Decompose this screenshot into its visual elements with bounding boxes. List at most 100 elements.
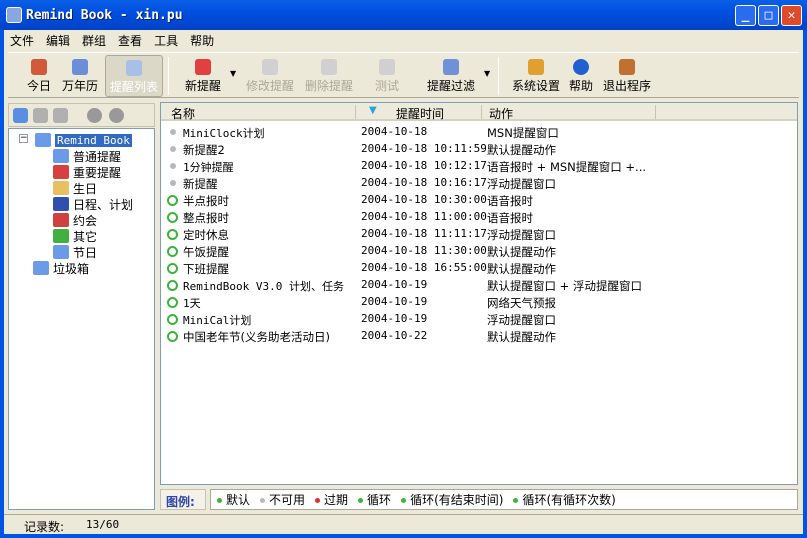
label: 提醒列表 [109,80,158,94]
tree-node[interactable]: Remind Book [35,132,132,148]
cell-name: 半点报时 [183,194,229,208]
remind-list-button[interactable]: 提醒列表 [105,55,163,97]
cell-action: 浮动提醒窗口 [487,177,556,191]
tree-node[interactable]: 日程、计划 [53,196,133,212]
legend-item: 过期 [315,491,348,508]
table-row[interactable]: 整点报时 2004-10-18 11:00:00 语音报时 [161,209,797,226]
tree-node[interactable]: 约会 [53,212,97,228]
table-row[interactable]: 下班提醒 2004-10-18 16:55:00 默认提醒动作 [161,260,797,277]
menu-item[interactable]: 文件 [4,30,40,50]
loop-icon [167,297,178,308]
label: 修改提醒 [245,79,294,93]
cell-time: 2004-10-18 10:12:17 [361,159,487,172]
move-up-icon[interactable] [87,108,102,123]
table-row[interactable]: 午饭提醒 2004-10-18 11:30:00 默认提醒动作 [161,243,797,260]
wrench-icon [528,59,544,75]
tree-node[interactable]: 生日 [53,180,97,196]
menu-item[interactable]: 编辑 [40,30,76,50]
legend-text: 默认 [226,493,251,507]
tree-node[interactable]: 节日 [53,244,97,260]
cell-action: 默认提醒动作 [487,330,556,344]
collapse-toggle[interactable]: − [19,134,28,143]
table-row[interactable]: 中国老年节(义务助老活动日) 2004-10-22 默认提醒动作 [161,328,797,345]
filter-button[interactable]: 提醒过滤 [423,55,479,97]
cell-action: 默认提醒动作 [487,245,556,259]
cell-time: 2004-10-18 [361,125,428,138]
tree-node[interactable]: 垃圾箱 [33,260,89,276]
legend-item: 循环(有结束时间) [401,491,503,508]
legend-items: 默认 不可用 过期 循环 循环(有结束时间) 循环(有循环次数) [210,489,798,510]
list-header: 名称 ▼ 提醒时间 动作 [161,103,797,121]
cell-time: 2004-10-18 11:30:00 [361,244,487,257]
minimize-button[interactable]: _ [735,5,756,26]
help-button[interactable]: 帮助 [566,55,596,97]
loop-icon [167,331,178,342]
cell-name: 1分钟提醒 [183,161,234,174]
test-button[interactable]: 测试 [370,55,404,97]
label: 提醒过滤 [426,79,475,93]
table-row[interactable]: 新提醒2 2004-10-18 10:11:59 默认提醒动作 [161,141,797,158]
new-remind-button[interactable]: 新提醒 [180,55,226,97]
cell-action: 浮动提醒窗口 [487,313,556,327]
record-count-value: 13/60 [86,518,120,531]
legend-icon [260,498,266,503]
cell-time: 2004-10-18 10:16:17 [361,176,487,189]
title-bar: Remind Book - xin.pu _ □ ✕ [0,0,807,30]
move-down-icon[interactable] [109,108,124,123]
cell-time: 2004-10-19 [361,295,428,308]
loop-icon [167,246,178,257]
filter-dropdown-arrow[interactable]: ▼ [484,69,490,78]
label: 新提醒 [184,79,221,93]
table-row[interactable]: RemindBook V3.0 计划、任务 2004-10-19 默认提醒窗口 + … [161,277,797,294]
edit-remind-button[interactable]: 修改提醒 [242,55,298,97]
tree-node[interactable]: 普通提醒 [53,148,121,164]
tree-node-label: 垃圾箱 [53,261,90,276]
legend-icon [217,498,222,503]
table-row[interactable]: 1天 2004-10-19 网络天气预报 [161,294,797,311]
calendar-button[interactable]: 万年历 [58,55,102,97]
column-name[interactable]: 名称 [171,105,195,122]
folder-icon [33,261,49,275]
legend-text: 循环(有结束时间) [410,493,504,507]
label: 万年历 [61,79,98,93]
tree-node[interactable]: 其它 [53,228,97,244]
column-time[interactable]: 提醒时间 [396,105,444,122]
settings-button[interactable]: 系统设置 [508,55,564,97]
table-row[interactable]: MiniClock计划 2004-10-18 MSN提醒窗口 [161,124,797,141]
tree-node[interactable]: 重要提醒 [53,164,121,180]
delete-folder-icon[interactable] [53,108,68,123]
today-button[interactable]: 今日 [22,55,56,97]
table-row[interactable]: 1分钟提醒 2004-10-18 10:12:17 语音报时 + MSN提醒窗口 +… [161,158,797,175]
cell-name: 午饭提醒 [183,245,229,259]
loop-icon [167,263,178,274]
menu-item[interactable]: 工具 [148,30,184,50]
menu-item[interactable]: 查看 [112,30,148,50]
table-row[interactable]: 新提醒 2004-10-18 10:16:17 浮动提醒窗口 [161,175,797,192]
toolbar: 今日 万年历 提醒列表 新提醒 ▼ 修改提醒 删除提醒 测试 提醒过滤 ▼ 系统… [8,52,799,98]
label: 测试 [374,79,399,93]
edit-folder-icon[interactable] [33,108,48,123]
table-row[interactable]: MiniCal计划 2004-10-19 浮动提醒窗口 [161,311,797,328]
delete-remind-button[interactable]: 删除提醒 [301,55,357,97]
test-icon [379,59,395,75]
new-folder-icon[interactable] [13,108,28,123]
loop-icon [167,212,178,223]
cell-action: MSN提醒窗口 [487,126,559,140]
exit-button[interactable]: 退出程序 [600,55,654,97]
legend-icon [401,498,407,503]
maximize-button[interactable]: □ [758,5,779,26]
folder-icon [35,133,51,147]
table-row[interactable]: 半点报时 2004-10-18 10:30:00 语音报时 [161,192,797,209]
status-bar: 记录数: 13/60 [4,514,803,534]
column-action[interactable]: 动作 [489,105,513,122]
help-icon [573,59,589,75]
menu-item[interactable]: 帮助 [184,30,220,50]
menu-item[interactable]: 群组 [76,30,112,50]
cell-action: 浮动提醒窗口 [487,228,556,242]
new-dropdown-arrow[interactable]: ▼ [230,69,236,78]
unavailable-dot-icon [170,163,176,169]
cell-name: 定时休息 [183,228,229,242]
close-button[interactable]: ✕ [781,5,802,26]
cell-time: 2004-10-18 16:55:00 [361,261,487,274]
table-row[interactable]: 定时休息 2004-10-18 11:11:17 浮动提醒窗口 [161,226,797,243]
